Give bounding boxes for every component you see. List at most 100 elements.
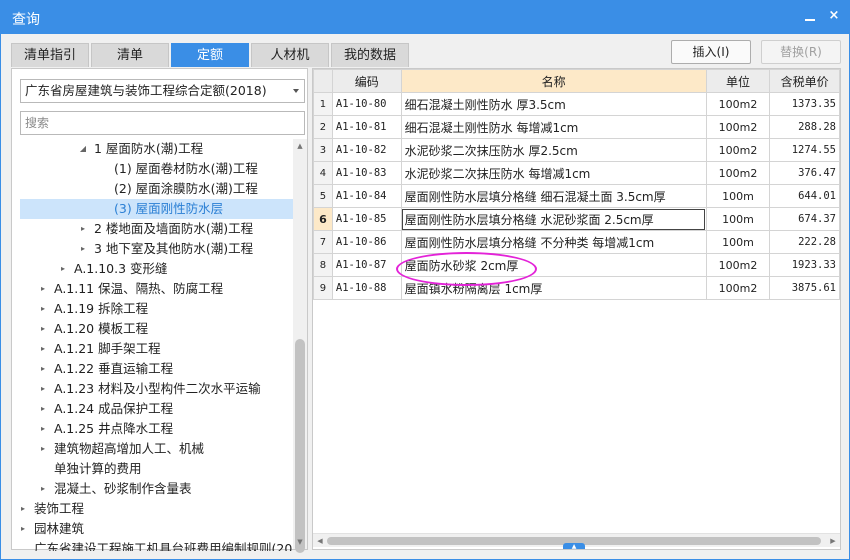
quota-price[interactable]: 1274.55 <box>769 138 840 162</box>
quota-unit[interactable]: 100m2 <box>705 161 771 185</box>
expand-arrow-icon[interactable]: ▸ <box>18 519 28 539</box>
quota-price[interactable]: 674.37 <box>769 207 840 231</box>
tree-item[interactable]: ▸ 装饰工程 <box>12 499 293 519</box>
close-icon[interactable]: × <box>826 8 842 24</box>
quota-unit[interactable]: 100m2 <box>705 115 771 139</box>
quota-code[interactable]: A1-10-81 <box>331 115 402 139</box>
tree-item[interactable]: ▸ 建筑物超高增加人工、机械 <box>12 439 293 459</box>
quota-library-select[interactable]: 广东省房屋建筑与装饰工程综合定额(2018) <box>20 79 305 103</box>
quota-unit[interactable]: 100m <box>705 230 771 254</box>
replace-button[interactable]: 替换(R) <box>761 40 841 64</box>
tree-item[interactable]: (2) 屋面涂膜防水(潮)工程 <box>12 179 293 199</box>
quota-unit[interactable]: 100m2 <box>705 138 771 162</box>
quota-unit[interactable]: 100m2 <box>705 276 771 300</box>
table-row[interactable]: 2 A1-10-81 细石混凝土刚性防水 每增减1cm 100m2 288.28 <box>313 115 840 139</box>
quota-name[interactable]: 屋面镇水粉隔离层 1cm厚 <box>400 276 707 300</box>
expand-arrow-icon[interactable]: ▸ <box>38 479 48 499</box>
table-row[interactable]: 5 A1-10-84 屋面刚性防水层填分格缝 细石混凝土面 3.5cm厚 100… <box>313 184 840 208</box>
table-row[interactable]: 4 A1-10-83 水泥砂浆二次抹压防水 每增减1cm 100m2 376.4… <box>313 161 840 185</box>
expand-arrow-icon[interactable]: ▸ <box>38 399 48 419</box>
quota-price[interactable]: 1923.33 <box>769 253 840 277</box>
quota-unit[interactable]: 100m2 <box>705 92 771 116</box>
quota-name[interactable]: 屋面刚性防水层填分格缝 水泥砂浆面 2.5cm厚 <box>400 207 707 231</box>
chevron-up-icon[interactable]: ▲ <box>563 543 585 549</box>
scroll-left-icon[interactable]: ◀ <box>313 534 327 548</box>
quota-code[interactable]: A1-10-87 <box>331 253 402 277</box>
tree-item[interactable]: ▸ 3 地下室及其他防水(潮)工程 <box>12 239 293 259</box>
expand-arrow-icon[interactable]: ▸ <box>38 279 48 299</box>
collapse-arrow-icon[interactable]: ◢ <box>78 139 88 159</box>
price-column-header[interactable]: 含税单价 <box>769 69 840 93</box>
unit-column-header[interactable]: 单位 <box>705 69 771 93</box>
quota-code[interactable]: A1-10-84 <box>331 184 402 208</box>
expand-arrow-icon[interactable]: ▸ <box>38 439 48 459</box>
expand-arrow-icon[interactable]: ▸ <box>38 379 48 399</box>
name-column-header[interactable]: 名称 <box>400 69 707 93</box>
tree-item[interactable]: ▸ A.1.25 井点降水工程 <box>12 419 293 439</box>
expand-arrow-icon[interactable]: ▸ <box>78 219 88 239</box>
scroll-up-icon[interactable]: ▲ <box>293 139 307 153</box>
table-row[interactable]: 3 A1-10-82 水泥砂浆二次抹压防水 厚2.5cm 100m2 1274.… <box>313 138 840 162</box>
tree-item[interactable]: ▸ A.1.23 材料及小型构件二次水平运输 <box>12 379 293 399</box>
quota-name[interactable]: 细石混凝土刚性防水 厚3.5cm <box>400 92 707 116</box>
quota-code[interactable]: A1-10-83 <box>331 161 402 185</box>
quota-unit[interactable]: 100m <box>705 184 771 208</box>
search-input[interactable] <box>20 111 305 135</box>
tree-item[interactable]: ▸ A.1.24 成品保护工程 <box>12 399 293 419</box>
quota-name[interactable]: 水泥砂浆二次抹压防水 每增减1cm <box>400 161 707 185</box>
quota-code[interactable]: A1-10-80 <box>331 92 402 116</box>
tree-item[interactable]: ▸ A.1.10.3 变形缝 <box>12 259 293 279</box>
tree-item[interactable]: 单独计算的费用 <box>12 459 293 479</box>
expand-arrow-icon[interactable]: ▸ <box>58 259 68 279</box>
tab-labor-material-machine[interactable]: 人材机 <box>251 43 329 67</box>
quota-name[interactable]: 水泥砂浆二次抹压防水 厚2.5cm <box>400 138 707 162</box>
tab-list[interactable]: 清单 <box>91 43 169 67</box>
tab-quota[interactable]: 定额 <box>171 43 249 67</box>
expand-arrow-icon[interactable]: ▸ <box>38 339 48 359</box>
quota-name[interactable]: 屋面刚性防水层填分格缝 细石混凝土面 3.5cm厚 <box>400 184 707 208</box>
table-row[interactable]: 1 A1-10-80 细石混凝土刚性防水 厚3.5cm 100m2 1373.3… <box>313 92 840 116</box>
expand-arrow-icon[interactable]: ▸ <box>38 359 48 379</box>
quota-code[interactable]: A1-10-86 <box>331 230 402 254</box>
expand-arrow-icon[interactable]: ▸ <box>38 319 48 339</box>
table-row[interactable]: 7 A1-10-86 屋面刚性防水层填分格缝 不分种类 每增减1cm 100m … <box>313 230 840 254</box>
quota-unit[interactable]: 100m <box>705 207 771 231</box>
quota-price[interactable]: 1373.35 <box>769 92 840 116</box>
quota-price[interactable]: 644.01 <box>769 184 840 208</box>
tree-item[interactable]: ▸ A.1.22 垂直运输工程 <box>12 359 293 379</box>
quota-name[interactable]: 屋面刚性防水层填分格缝 不分种类 每增减1cm <box>400 230 707 254</box>
code-column-header[interactable]: 编码 <box>331 69 402 93</box>
tree-item[interactable]: ▸ 混凝土、砂浆制作含量表 <box>12 479 293 499</box>
quota-unit[interactable]: 100m2 <box>705 253 771 277</box>
scroll-down-icon[interactable]: ▼ <box>293 535 307 549</box>
scroll-right-icon[interactable]: ▶ <box>826 534 840 548</box>
tree-item[interactable]: ▸ A.1.11 保温、隔热、防腐工程 <box>12 279 293 299</box>
table-row[interactable]: 9 A1-10-88 屋面镇水粉隔离层 1cm厚 100m2 3875.61 <box>313 276 840 300</box>
tree-item[interactable]: ◢ 1 屋面防水(潮)工程 <box>12 139 293 159</box>
quota-code[interactable]: A1-10-85 <box>331 207 402 231</box>
minimize-icon[interactable] <box>802 8 818 24</box>
tree-vertical-scrollbar[interactable]: ▲ ▼ <box>293 139 307 553</box>
table-row-current[interactable]: 6 A1-10-85 屋面刚性防水层填分格缝 水泥砂浆面 2.5cm厚 100m… <box>313 207 840 231</box>
tree-item[interactable]: (1) 屋面卷材防水(潮)工程 <box>12 159 293 179</box>
tree-item[interactable]: ▸ A.1.19 拆除工程 <box>12 299 293 319</box>
tree-item[interactable]: 广东省建设工程施工机具台班费用编制规则(2018) <box>12 539 293 551</box>
scroll-thumb[interactable] <box>295 339 305 553</box>
quota-price[interactable]: 3875.61 <box>769 276 840 300</box>
quota-code[interactable]: A1-10-82 <box>331 138 402 162</box>
expand-arrow-icon[interactable]: ▸ <box>38 299 48 319</box>
tree-item[interactable]: ▸ 园林建筑 <box>12 519 293 539</box>
tree-item[interactable]: ▸ 2 楼地面及墙面防水(潮)工程 <box>12 219 293 239</box>
quota-code[interactable]: A1-10-88 <box>331 276 402 300</box>
quota-price[interactable]: 222.28 <box>769 230 840 254</box>
tab-list-guide[interactable]: 清单指引 <box>11 43 89 67</box>
tree-item-selected[interactable]: (3) 屋面刚性防水层 <box>20 199 293 219</box>
quota-price[interactable]: 288.28 <box>769 115 840 139</box>
expand-arrow-icon[interactable]: ▸ <box>38 419 48 439</box>
quota-name[interactable]: 屋面防水砂浆 2cm厚 <box>400 253 707 277</box>
tab-my-data[interactable]: 我的数据 <box>331 43 409 67</box>
insert-button[interactable]: 插入(I) <box>671 40 751 64</box>
table-row[interactable]: 8 A1-10-87 屋面防水砂浆 2cm厚 100m2 1923.33 <box>313 253 840 277</box>
quota-price[interactable]: 376.47 <box>769 161 840 185</box>
tree-item[interactable]: ▸ A.1.20 模板工程 <box>12 319 293 339</box>
